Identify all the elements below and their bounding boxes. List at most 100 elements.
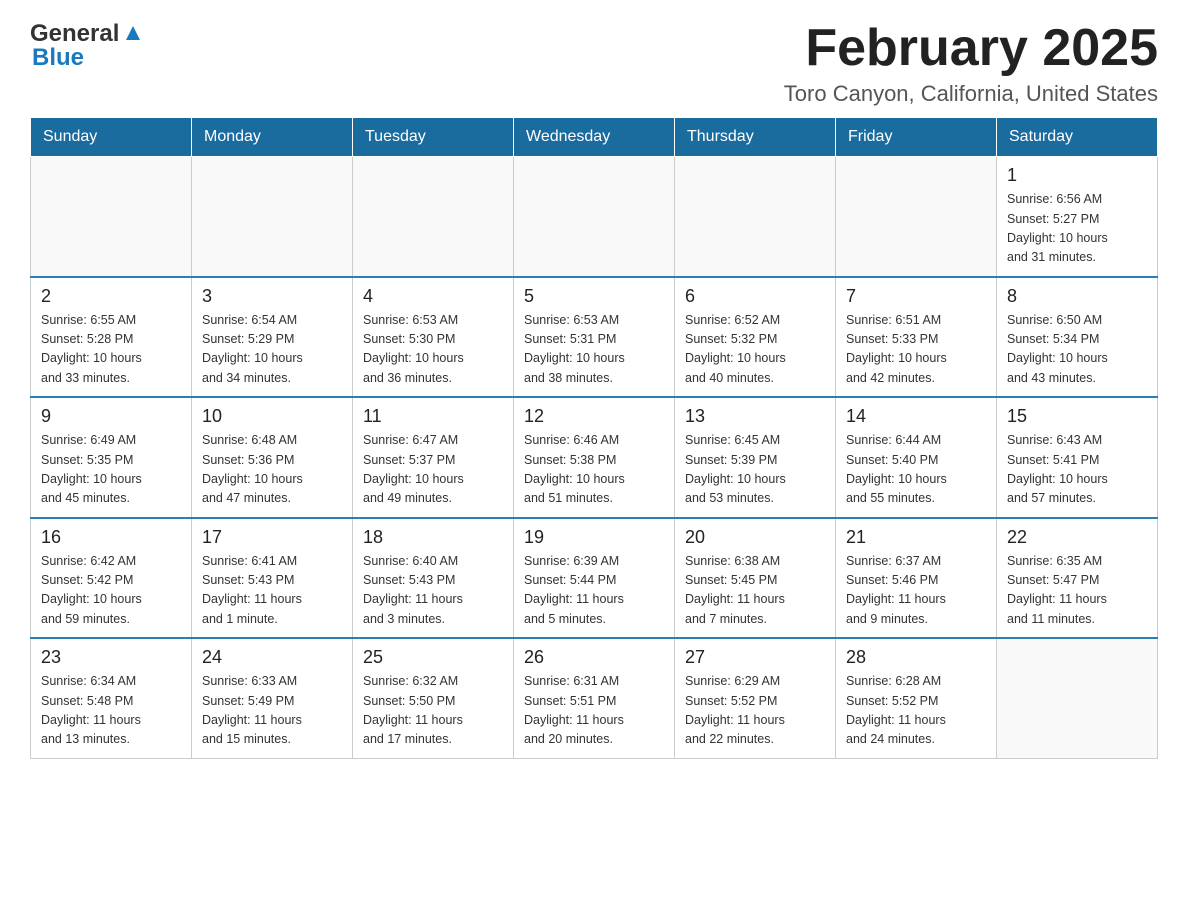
day-info: Sunrise: 6:37 AM Sunset: 5:46 PM Dayligh… bbox=[846, 552, 986, 630]
calendar-cell: 19Sunrise: 6:39 AM Sunset: 5:44 PM Dayli… bbox=[514, 518, 675, 639]
day-info: Sunrise: 6:35 AM Sunset: 5:47 PM Dayligh… bbox=[1007, 552, 1147, 630]
calendar-cell bbox=[31, 157, 192, 277]
title-area: February 2025 Toro Canyon, California, U… bbox=[784, 20, 1158, 107]
calendar-cell: 3Sunrise: 6:54 AM Sunset: 5:29 PM Daylig… bbox=[192, 277, 353, 398]
day-number: 6 bbox=[685, 286, 825, 307]
logo: General Blue bbox=[30, 20, 144, 72]
day-number: 27 bbox=[685, 647, 825, 668]
day-number: 1 bbox=[1007, 165, 1147, 186]
calendar-cell: 6 Sunrise: 6:52 AM Sunset: 5:32 PM Daylig… bbox=[675, 277, 836, 398]
month-title: February 2025 bbox=[784, 20, 1158, 77]
calendar-cell bbox=[675, 157, 836, 277]
day-info: Sunrise: 6:51 AM Sunset: 5:33 PM Dayligh… bbox=[846, 311, 986, 389]
day-number: 18 bbox=[363, 527, 503, 548]
day-info: Sunrise: 6:48 AM Sunset: 5:36 PM Dayligh… bbox=[202, 431, 342, 509]
day-number: 20 bbox=[685, 527, 825, 548]
calendar-week-row: 1 Sunrise: 6:56 AM Sunset: 5:27 PM Daylig… bbox=[31, 157, 1158, 277]
day-info: Sunrise: 6:42 AM Sunset: 5:42 PM Dayligh… bbox=[41, 552, 181, 630]
day-number: 15 bbox=[1007, 406, 1147, 427]
day-number: 9 bbox=[41, 406, 181, 427]
day-info: Sunrise: 6:56 AM Sunset: 5:27 PM Dayligh… bbox=[1007, 190, 1147, 268]
calendar-week-row: 16 Sunrise: 6:42 AM Sunset: 5:42 PM Dayli… bbox=[31, 518, 1158, 639]
day-info: Sunrise: 6:34 AM Sunset: 5:48 PM Dayligh… bbox=[41, 672, 181, 750]
calendar-week-row: 2Sunrise: 6:55 AM Sunset: 5:28 PM Daylig… bbox=[31, 277, 1158, 398]
day-number: 23 bbox=[41, 647, 181, 668]
day-number: 16 bbox=[41, 527, 181, 548]
day-info: Sunrise: 6:45 AM Sunset: 5:39 PM Dayligh… bbox=[685, 431, 825, 509]
calendar-cell: 28 Sunrise: 6:28 AM Sunset: 5:52 PM Dayli… bbox=[836, 638, 997, 758]
day-info: Sunrise: 6:44 AM Sunset: 5:40 PM Dayligh… bbox=[846, 431, 986, 509]
calendar-cell: 15 Sunrise: 6:43 AM Sunset: 5:41 PM Dayli… bbox=[997, 397, 1158, 518]
day-info: Sunrise: 6:41 AM Sunset: 5:43 PM Dayligh… bbox=[202, 552, 342, 630]
calendar-cell: 24 Sunrise: 6:33 AM Sunset: 5:49 PM Dayli… bbox=[192, 638, 353, 758]
day-info: Sunrise: 6:53 AM Sunset: 5:30 PM Dayligh… bbox=[363, 311, 503, 389]
day-number: 14 bbox=[846, 406, 986, 427]
day-info: Sunrise: 6:53 AM Sunset: 5:31 PM Dayligh… bbox=[524, 311, 664, 389]
day-number: 5 bbox=[524, 286, 664, 307]
calendar-cell: 10Sunrise: 6:48 AM Sunset: 5:36 PM Dayli… bbox=[192, 397, 353, 518]
calendar-cell: 16 Sunrise: 6:42 AM Sunset: 5:42 PM Dayli… bbox=[31, 518, 192, 639]
weekday-header-thursday: Thursday bbox=[675, 118, 836, 157]
day-number: 13 bbox=[685, 406, 825, 427]
calendar-cell bbox=[836, 157, 997, 277]
calendar-week-row: 23 Sunrise: 6:34 AM Sunset: 5:48 PM Dayli… bbox=[31, 638, 1158, 758]
day-number: 11 bbox=[363, 406, 503, 427]
day-info: Sunrise: 6:31 AM Sunset: 5:51 PM Dayligh… bbox=[524, 672, 664, 750]
calendar-cell: 12 Sunrise: 6:46 AM Sunset: 5:38 PM Dayli… bbox=[514, 397, 675, 518]
day-info: Sunrise: 6:39 AM Sunset: 5:44 PM Dayligh… bbox=[524, 552, 664, 630]
day-number: 28 bbox=[846, 647, 986, 668]
day-number: 25 bbox=[363, 647, 503, 668]
calendar-cell: 18 Sunrise: 6:40 AM Sunset: 5:43 PM Dayli… bbox=[353, 518, 514, 639]
calendar-cell: 7 Sunrise: 6:51 AM Sunset: 5:33 PM Daylig… bbox=[836, 277, 997, 398]
day-info: Sunrise: 6:38 AM Sunset: 5:45 PM Dayligh… bbox=[685, 552, 825, 630]
day-info: Sunrise: 6:28 AM Sunset: 5:52 PM Dayligh… bbox=[846, 672, 986, 750]
calendar-cell: 26 Sunrise: 6:31 AM Sunset: 5:51 PM Dayli… bbox=[514, 638, 675, 758]
logo-triangle-icon bbox=[122, 22, 144, 44]
day-info: Sunrise: 6:47 AM Sunset: 5:37 PM Dayligh… bbox=[363, 431, 503, 509]
day-number: 22 bbox=[1007, 527, 1147, 548]
day-info: Sunrise: 6:49 AM Sunset: 5:35 PM Dayligh… bbox=[41, 431, 181, 509]
location-subtitle: Toro Canyon, California, United States bbox=[784, 81, 1158, 107]
day-number: 17 bbox=[202, 527, 342, 548]
calendar-cell: 17 Sunrise: 6:41 AM Sunset: 5:43 PM Dayli… bbox=[192, 518, 353, 639]
day-info: Sunrise: 6:32 AM Sunset: 5:50 PM Dayligh… bbox=[363, 672, 503, 750]
day-number: 7 bbox=[846, 286, 986, 307]
calendar-cell: 11 Sunrise: 6:47 AM Sunset: 5:37 PM Dayli… bbox=[353, 397, 514, 518]
day-number: 2 bbox=[41, 286, 181, 307]
calendar-cell bbox=[514, 157, 675, 277]
day-info: Sunrise: 6:43 AM Sunset: 5:41 PM Dayligh… bbox=[1007, 431, 1147, 509]
weekday-header-sunday: Sunday bbox=[31, 118, 192, 157]
day-number: 12 bbox=[524, 406, 664, 427]
calendar-cell: 20 Sunrise: 6:38 AM Sunset: 5:45 PM Dayli… bbox=[675, 518, 836, 639]
day-number: 8 bbox=[1007, 286, 1147, 307]
calendar-cell: 22 Sunrise: 6:35 AM Sunset: 5:47 PM Dayli… bbox=[997, 518, 1158, 639]
logo-blue-text: Blue bbox=[30, 44, 84, 72]
day-number: 26 bbox=[524, 647, 664, 668]
day-number: 4 bbox=[363, 286, 503, 307]
calendar-cell: 8 Sunrise: 6:50 AM Sunset: 5:34 PM Daylig… bbox=[997, 277, 1158, 398]
calendar-cell: 1 Sunrise: 6:56 AM Sunset: 5:27 PM Daylig… bbox=[997, 157, 1158, 277]
calendar-cell: 21 Sunrise: 6:37 AM Sunset: 5:46 PM Dayli… bbox=[836, 518, 997, 639]
day-number: 3 bbox=[202, 286, 342, 307]
day-number: 21 bbox=[846, 527, 986, 548]
day-info: Sunrise: 6:29 AM Sunset: 5:52 PM Dayligh… bbox=[685, 672, 825, 750]
calendar-cell: 5 Sunrise: 6:53 AM Sunset: 5:31 PM Daylig… bbox=[514, 277, 675, 398]
day-info: Sunrise: 6:52 AM Sunset: 5:32 PM Dayligh… bbox=[685, 311, 825, 389]
day-info: Sunrise: 6:50 AM Sunset: 5:34 PM Dayligh… bbox=[1007, 311, 1147, 389]
weekday-header-monday: Monday bbox=[192, 118, 353, 157]
weekday-header-wednesday: Wednesday bbox=[514, 118, 675, 157]
calendar-cell: 14 Sunrise: 6:44 AM Sunset: 5:40 PM Dayli… bbox=[836, 397, 997, 518]
calendar-cell bbox=[192, 157, 353, 277]
calendar-cell: 9 Sunrise: 6:49 AM Sunset: 5:35 PM Daylig… bbox=[31, 397, 192, 518]
day-info: Sunrise: 6:40 AM Sunset: 5:43 PM Dayligh… bbox=[363, 552, 503, 630]
weekday-header-friday: Friday bbox=[836, 118, 997, 157]
calendar-table: SundayMondayTuesdayWednesdayThursdayFrid… bbox=[30, 117, 1158, 759]
day-info: Sunrise: 6:33 AM Sunset: 5:49 PM Dayligh… bbox=[202, 672, 342, 750]
weekday-header-saturday: Saturday bbox=[997, 118, 1158, 157]
day-info: Sunrise: 6:46 AM Sunset: 5:38 PM Dayligh… bbox=[524, 431, 664, 509]
calendar-cell bbox=[997, 638, 1158, 758]
day-number: 24 bbox=[202, 647, 342, 668]
calendar-cell: 13 Sunrise: 6:45 AM Sunset: 5:39 PM Dayli… bbox=[675, 397, 836, 518]
weekday-header-row: SundayMondayTuesdayWednesdayThursdayFrid… bbox=[31, 118, 1158, 157]
page-header: General Blue February 2025 Toro Canyon, … bbox=[30, 20, 1158, 107]
